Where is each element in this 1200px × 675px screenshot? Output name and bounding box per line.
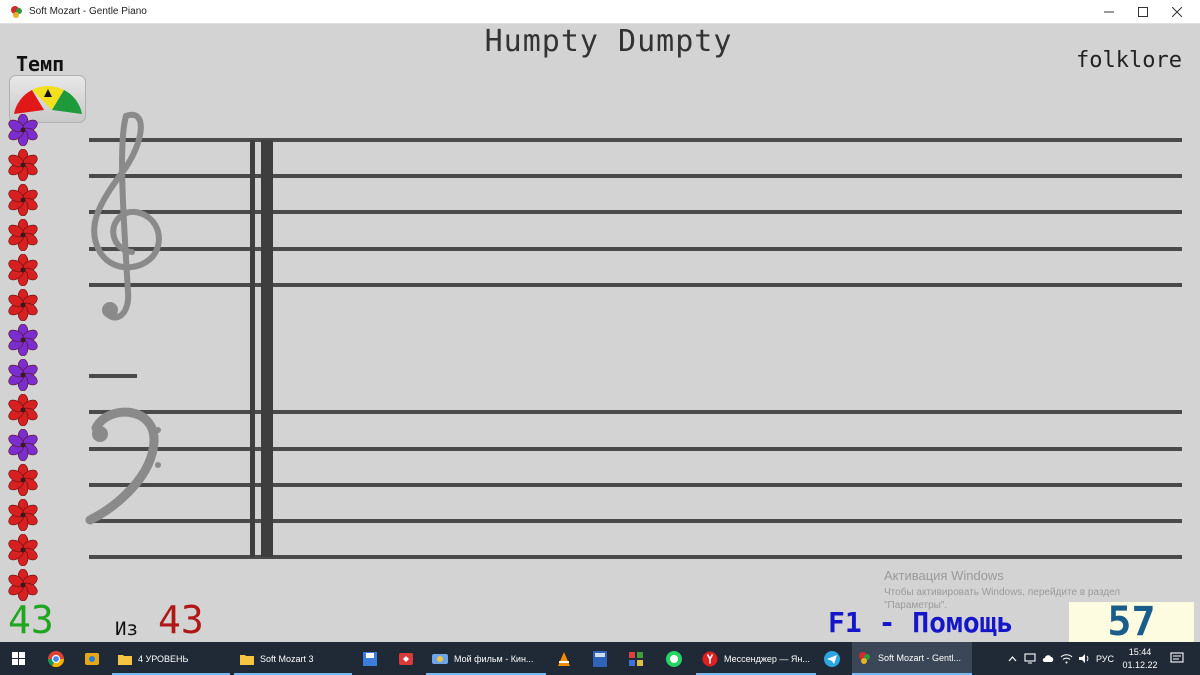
correct-count: 43 [8, 598, 54, 642]
red-flower-icon [8, 534, 38, 566]
tray-clock[interactable]: 15:44 01.12.22 [1118, 646, 1162, 672]
taskbar-paint[interactable] [620, 642, 652, 675]
purple-flower-icon [8, 359, 38, 391]
purple-flower-icon [8, 324, 38, 356]
taskbar-calculator[interactable] [584, 642, 616, 675]
soft-mozart-app-icon [859, 651, 870, 664]
minimize-icon [1104, 11, 1114, 13]
taskbar-app-label: Мессенджер — Ян... [724, 653, 810, 664]
soft-mozart-app-icon [11, 5, 22, 18]
thick-bar-line [261, 140, 273, 557]
song-title: Humpty Dumpty [484, 24, 733, 59]
taskbar-whatsapp[interactable] [658, 642, 690, 675]
cloud-icon [1042, 655, 1053, 662]
floppy-icon [363, 651, 377, 666]
minimize-button[interactable] [1092, 0, 1126, 24]
taskbar-vlc[interactable] [548, 642, 580, 675]
taskbar-save[interactable] [354, 642, 386, 675]
taskbar-app-label: Мой фильм - Кин... [454, 653, 534, 664]
whatsapp-icon [666, 650, 682, 667]
taskbar-app-red[interactable] [390, 642, 422, 675]
close-button[interactable] [1160, 0, 1194, 24]
monitor-icon [1024, 653, 1036, 664]
maximize-button[interactable] [1126, 0, 1160, 24]
taskbar-folder-level4[interactable]: 4 УРОВЕНЬ [112, 642, 230, 675]
red-flower-icon [8, 289, 38, 321]
taskbar-softmozart-active[interactable]: Soft Mozart - Gentl... [852, 642, 972, 675]
clock-date: 01.12.22 [1122, 660, 1158, 670]
taskbar-folder-softmozart[interactable]: Soft Mozart 3 [234, 642, 352, 675]
taskbar-app-label: Soft Mozart 3 [260, 653, 314, 664]
chevron-up-icon [1008, 655, 1016, 661]
thin-bar-line [250, 140, 255, 557]
notification-icon [1170, 652, 1184, 663]
calculator-icon [593, 650, 607, 667]
app-icon [399, 652, 413, 665]
taskbar-movie[interactable]: Мой фильм - Кин... [426, 642, 546, 675]
red-flower-icon [8, 394, 38, 426]
taskbar-telegram[interactable] [816, 642, 848, 675]
score-sheet: Humpty Dumpty folklore Темп 43 Из 43 Акт… [0, 24, 1200, 645]
taskbar-messenger[interactable]: Мессенджер — Ян... [696, 642, 816, 675]
taskbar-app-label: 4 УРОВЕНЬ [138, 653, 189, 664]
taskbar-app-2[interactable] [76, 642, 108, 675]
red-flower-icon [8, 499, 38, 531]
bass-clef-icon [85, 407, 161, 525]
chrome-icon [47, 650, 65, 667]
movie-icon [432, 653, 448, 664]
folder-icon [118, 654, 132, 665]
tray-chevron[interactable] [1004, 642, 1020, 675]
tray-screen[interactable] [1022, 642, 1038, 675]
windows-start-icon [12, 651, 25, 665]
red-flower-icon [8, 219, 38, 251]
activation-title: Активация Windows [884, 568, 1004, 583]
title-bar: Soft Mozart - Gentle Piano [0, 0, 1200, 24]
window-title: Soft Mozart - Gentle Piano [29, 6, 147, 17]
tray-cloud[interactable] [1040, 642, 1056, 675]
tempo-label: Темп [16, 52, 65, 76]
close-icon [1172, 7, 1182, 17]
grand-staff [85, 111, 1182, 559]
counter-box: 57 [1069, 599, 1194, 645]
red-flower-icon [8, 254, 38, 286]
paint-icon [629, 651, 643, 666]
red-flower-icon [8, 149, 38, 181]
composer-label: folklore [1076, 48, 1182, 73]
clock-time: 15:44 [1128, 647, 1152, 657]
tray-notifications[interactable] [1166, 642, 1188, 675]
purple-flower-icon [8, 114, 38, 146]
red-flower-icon [8, 464, 38, 496]
help-hint[interactable]: F1 - Помощь [828, 606, 1013, 639]
yandex-icon [702, 651, 718, 666]
total-count: 43 [158, 598, 204, 642]
taskbar-chrome[interactable] [40, 642, 72, 675]
taskbar: 4 УРОВЕНЬ Soft Mozart 3 Мой фильм - Кин.… [0, 642, 1200, 675]
red-flower-icon [8, 569, 38, 601]
counter-value: 57 [1107, 599, 1156, 645]
tray-network[interactable] [1058, 642, 1074, 675]
app-icon [85, 652, 99, 665]
red-flower-icon [8, 184, 38, 216]
volume-icon [1078, 654, 1088, 663]
maximize-icon [1138, 7, 1148, 17]
start-button[interactable] [0, 642, 38, 675]
purple-flower-icon [8, 429, 38, 461]
wifi-icon [1060, 654, 1072, 664]
tray-language[interactable]: РУС [1094, 642, 1116, 675]
vlc-icon [558, 651, 570, 666]
taskbar-app-label: Soft Mozart - Gentl... [878, 652, 962, 663]
telegram-icon [824, 650, 840, 667]
treble-clef-icon [91, 111, 162, 321]
folder-icon [240, 654, 254, 665]
of-label: Из [115, 618, 138, 640]
app-window: Soft Mozart - Gentle Piano Humpty Dumpty… [0, 0, 1200, 675]
tray-volume[interactable] [1076, 642, 1092, 675]
